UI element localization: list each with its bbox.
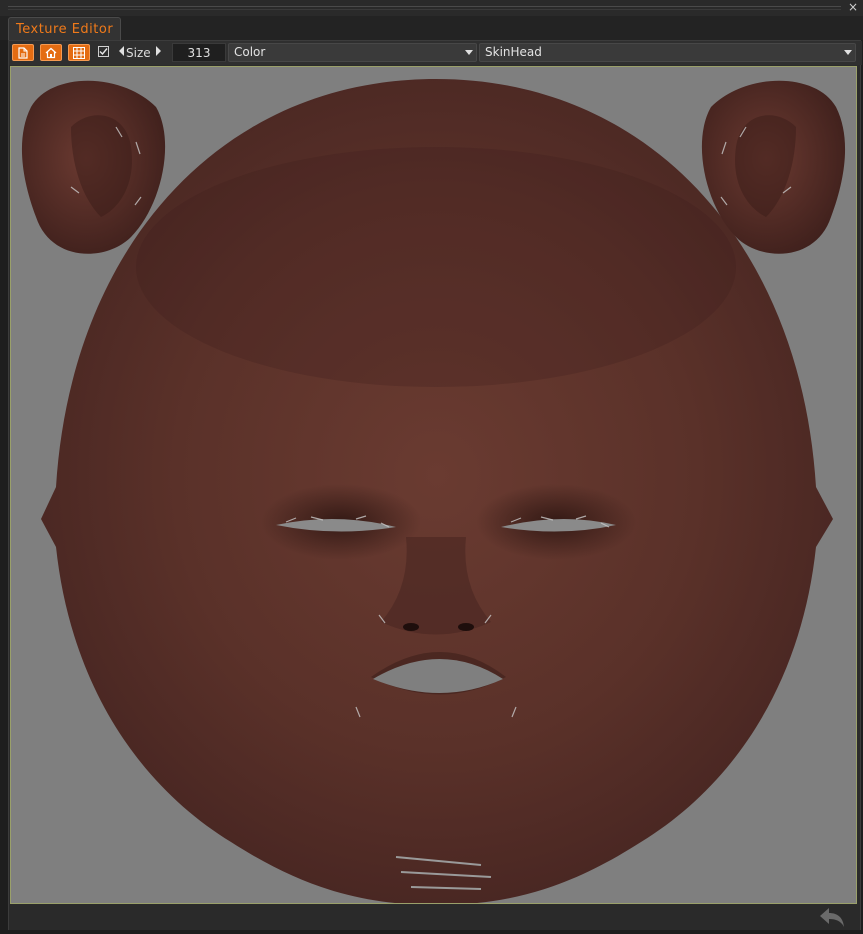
material-select-value: SkinHead bbox=[485, 45, 542, 59]
toolbar: Size Color SkinHead bbox=[9, 41, 862, 65]
tab-texture-editor[interactable]: Texture Editor bbox=[8, 17, 122, 41]
texture-editor-panel: Size Color SkinHead bbox=[8, 40, 862, 930]
material-select[interactable]: SkinHead bbox=[479, 43, 856, 62]
size-increase-arrow-icon[interactable] bbox=[156, 46, 161, 56]
checkmark-icon bbox=[99, 48, 108, 56]
new-texture-icon bbox=[18, 47, 28, 59]
size-decrease-arrow-icon[interactable] bbox=[119, 46, 124, 56]
texture-canvas[interactable] bbox=[10, 66, 857, 904]
uv-texture-image bbox=[21, 79, 846, 903]
drag-grip-line bbox=[8, 9, 841, 10]
window-title-bar[interactable]: × bbox=[0, 0, 863, 16]
show-uv-checkbox[interactable] bbox=[98, 46, 109, 57]
chevron-down-icon bbox=[465, 50, 473, 55]
channel-select[interactable]: Color bbox=[228, 43, 477, 62]
channel-select-value: Color bbox=[234, 45, 266, 59]
status-bar bbox=[9, 905, 860, 930]
drag-grip[interactable] bbox=[8, 6, 841, 7]
home-icon bbox=[45, 47, 57, 59]
size-label: Size bbox=[126, 46, 151, 60]
tab-strip: Texture Editor bbox=[0, 16, 863, 41]
chevron-down-icon bbox=[844, 50, 852, 55]
grid-button[interactable] bbox=[68, 44, 90, 61]
undo-icon bbox=[820, 908, 844, 927]
new-texture-button[interactable] bbox=[12, 44, 34, 61]
home-button[interactable] bbox=[40, 44, 62, 61]
close-icon[interactable]: × bbox=[847, 1, 859, 13]
grid-icon bbox=[73, 47, 85, 59]
undo-button[interactable] bbox=[816, 905, 848, 930]
size-input[interactable] bbox=[172, 43, 226, 62]
